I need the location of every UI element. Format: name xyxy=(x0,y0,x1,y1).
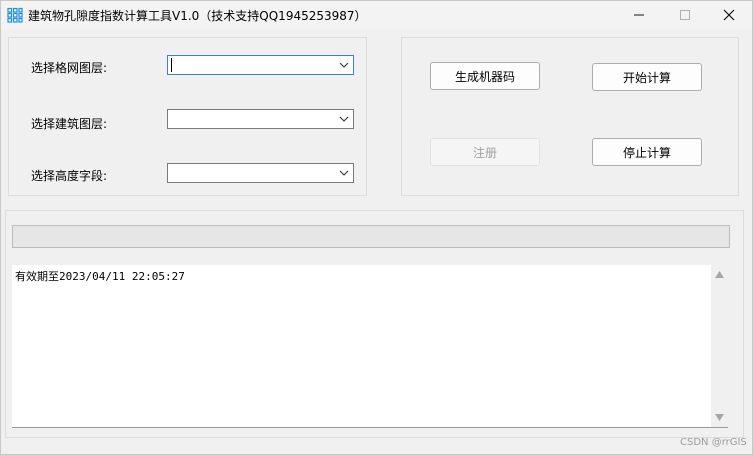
minimize-icon xyxy=(634,14,644,16)
grid-app-icon xyxy=(7,7,23,23)
log-textbox[interactable]: 有效期至2023/04/11 22:05:27 xyxy=(12,265,728,428)
register-button[interactable]: 注册 xyxy=(430,138,540,166)
chevron-down-icon[interactable] xyxy=(339,115,349,123)
watermark: CSDN @rrGIS xyxy=(680,437,747,448)
minimize-button[interactable] xyxy=(616,1,662,29)
main-window: 建筑物孔隙度指数计算工具V1.0（技术支持QQ1945253987） 选择格网图… xyxy=(0,0,753,455)
log-text: 有效期至2023/04/11 22:05:27 xyxy=(15,270,185,283)
text-caret xyxy=(171,58,172,72)
actions-group xyxy=(401,37,739,196)
maximize-button[interactable] xyxy=(662,1,708,29)
scroll-up-arrow-icon[interactable] xyxy=(714,270,725,279)
progress-bar xyxy=(12,225,730,248)
close-icon xyxy=(723,9,735,21)
height-field-select[interactable] xyxy=(167,163,354,183)
building-layer-select[interactable] xyxy=(167,109,354,129)
stop-calculation-button[interactable]: 停止计算 xyxy=(592,138,702,166)
maximize-icon xyxy=(680,10,690,20)
vertical-scrollbar[interactable] xyxy=(711,265,728,427)
chevron-down-icon[interactable] xyxy=(339,61,349,69)
building-layer-label: 选择建筑图层: xyxy=(31,117,108,131)
grid-layer-select[interactable] xyxy=(167,55,354,75)
scroll-down-arrow-icon[interactable] xyxy=(714,413,725,422)
window-title: 建筑物孔隙度指数计算工具V1.0（技术支持QQ1945253987） xyxy=(28,9,367,23)
generate-machine-code-button[interactable]: 生成机器码 xyxy=(430,62,540,90)
start-calculation-button[interactable]: 开始计算 xyxy=(592,63,702,91)
title-bar[interactable]: 建筑物孔隙度指数计算工具V1.0（技术支持QQ1945253987） xyxy=(1,1,752,29)
chevron-down-icon[interactable] xyxy=(339,169,349,177)
close-button[interactable] xyxy=(706,1,752,29)
grid-layer-label: 选择格网图层: xyxy=(31,61,108,75)
height-field-label: 选择高度字段: xyxy=(31,169,108,183)
